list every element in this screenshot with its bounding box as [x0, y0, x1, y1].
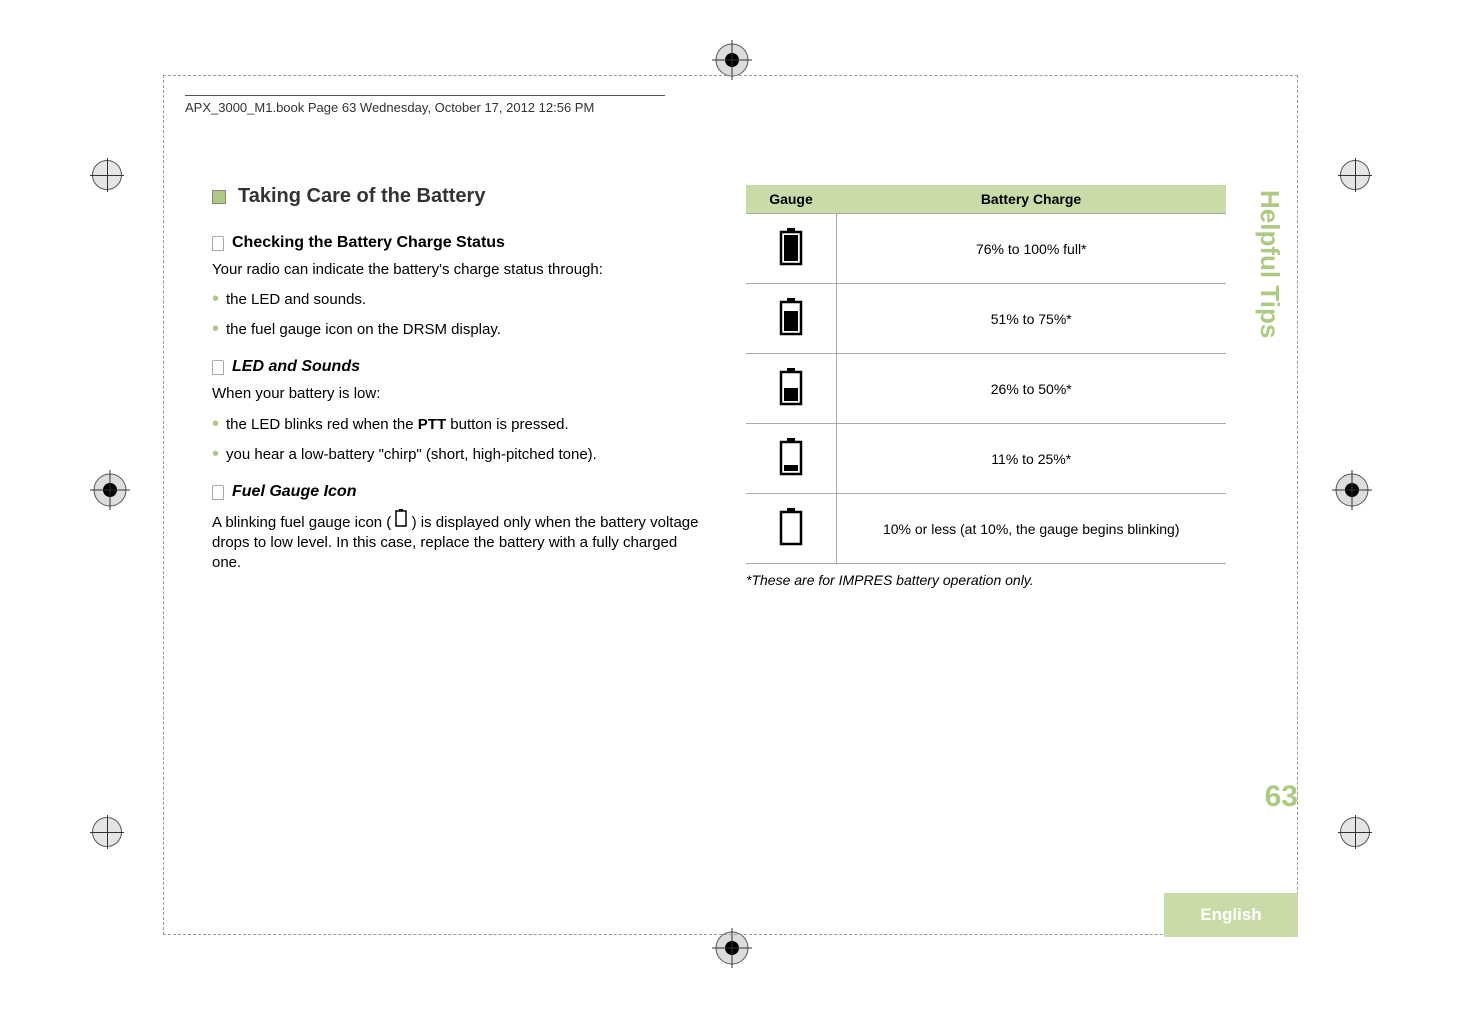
text-run: the LED blinks red when the: [226, 416, 418, 433]
crop-mark-icon: [1338, 815, 1372, 849]
page-icon: [212, 485, 224, 500]
list-item: you hear a low-battery "chirp" (short, h…: [212, 443, 702, 467]
gauge-cell: [746, 494, 836, 564]
registration-mark-icon: [90, 470, 130, 515]
text-run: button is pressed.: [446, 416, 569, 433]
right-column: Gauge Battery Charge 76% to 100% full*: [746, 185, 1226, 588]
gauge-cell: [746, 354, 836, 424]
page-header: APX_3000_M1.book Page 63 Wednesday, Octo…: [185, 100, 594, 115]
charge-cell: 76% to 100% full*: [836, 214, 1226, 284]
crop-mark-icon: [1338, 158, 1372, 192]
page-number: 63: [1248, 780, 1298, 814]
section-title-text: Taking Care of the Battery: [238, 185, 485, 208]
tab-label: Helpful Tips: [1254, 190, 1285, 338]
crop-mark-icon: [90, 158, 124, 192]
footnote: *These are for IMPRES battery operation …: [746, 572, 1226, 588]
table-header-charge: Battery Charge: [836, 185, 1226, 214]
table-row: 26% to 50%*: [746, 354, 1226, 424]
subsection-fuel-gauge: Fuel Gauge Icon: [212, 483, 702, 501]
gauge-cell: [746, 284, 836, 354]
section-title: Taking Care of the Battery: [212, 185, 702, 208]
registration-mark-icon: [1332, 470, 1372, 515]
battery-75-icon: [779, 298, 803, 339]
battery-table: Gauge Battery Charge 76% to 100% full*: [746, 185, 1226, 564]
text-bold: PTT: [418, 416, 446, 433]
battery-empty-icon: [779, 508, 803, 549]
left-column: Taking Care of the Battery Checking the …: [212, 185, 702, 581]
page-icon: [212, 236, 224, 251]
gauge-cell: [746, 214, 836, 284]
body-text: When your battery is low:: [212, 384, 702, 404]
list-item: the fuel gauge icon on the DRSM display.: [212, 318, 702, 342]
charge-cell: 10% or less (at 10%, the gauge begins bl…: [836, 494, 1226, 564]
charge-cell: 26% to 50%*: [836, 354, 1226, 424]
subsection-led-sounds: LED and Sounds: [212, 358, 702, 376]
subsection-title: Fuel Gauge Icon: [232, 483, 356, 501]
charge-cell: 51% to 75%*: [836, 284, 1226, 354]
body-text: A blinking fuel gauge icon ( ) is displa…: [212, 509, 702, 574]
battery-full-icon: [779, 228, 803, 269]
language-label: English: [1200, 905, 1261, 925]
body-text: Your radio can indicate the battery's ch…: [212, 260, 702, 280]
page-icon: [212, 360, 224, 375]
battery-50-icon: [779, 368, 803, 409]
table-row: 51% to 75%*: [746, 284, 1226, 354]
list-item: the LED and sounds.: [212, 288, 702, 312]
side-tab: Helpful Tips 63: [1254, 190, 1292, 750]
language-box: English: [1164, 893, 1298, 937]
table-header-gauge: Gauge: [746, 185, 836, 214]
gauge-cell: [746, 424, 836, 494]
header-rule: [185, 95, 665, 96]
bullet-list: the LED blinks red when the PTT button i…: [212, 413, 702, 467]
subsection-checking: Checking the Battery Charge Status: [212, 234, 702, 252]
crop-mark-icon: [90, 815, 124, 849]
text-run: A blinking fuel gauge icon (: [212, 514, 395, 531]
table-row: 10% or less (at 10%, the gauge begins bl…: [746, 494, 1226, 564]
battery-25-icon: [779, 438, 803, 479]
subsection-title: Checking the Battery Charge Status: [232, 234, 505, 252]
section-marker-icon: [212, 190, 226, 204]
table-row: 76% to 100% full*: [746, 214, 1226, 284]
charge-cell: 11% to 25%*: [836, 424, 1226, 494]
subsection-title: LED and Sounds: [232, 358, 360, 376]
table-row: 11% to 25%*: [746, 424, 1226, 494]
list-item: the LED blinks red when the PTT button i…: [212, 413, 702, 437]
bullet-list: the LED and sounds. the fuel gauge icon …: [212, 288, 702, 342]
battery-empty-icon: [395, 509, 407, 533]
